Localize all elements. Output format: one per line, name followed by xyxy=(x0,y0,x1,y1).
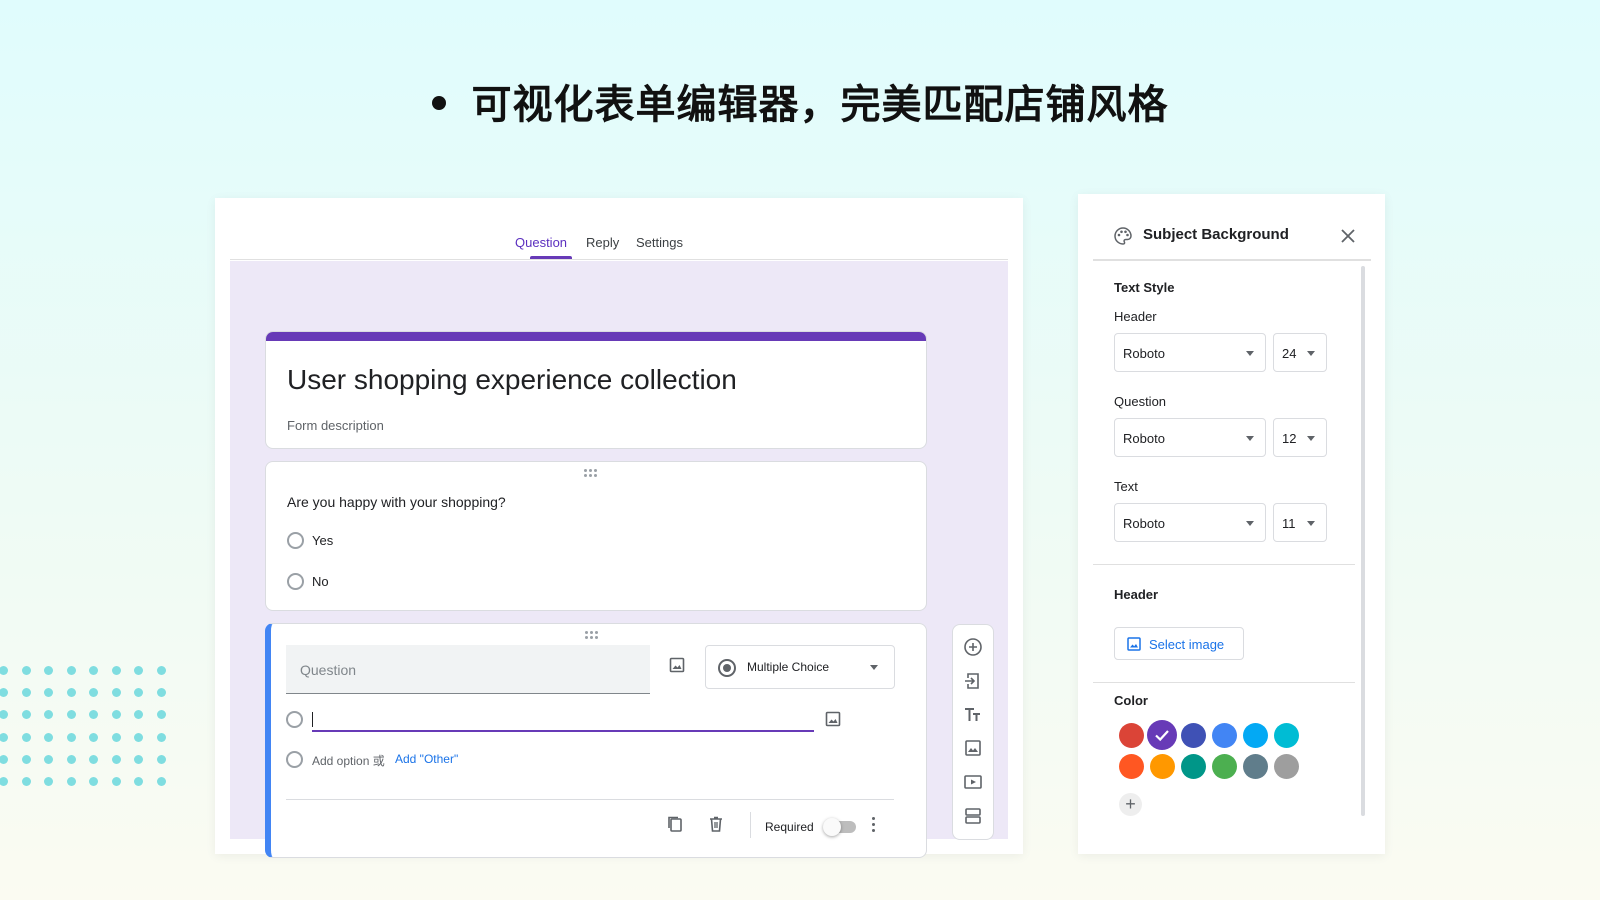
question-style-label: Question xyxy=(1114,394,1167,409)
color-swatch[interactable] xyxy=(1211,753,1237,779)
add-image-icon[interactable] xyxy=(963,738,983,758)
section-divider xyxy=(1093,564,1355,565)
add-title-icon[interactable] xyxy=(963,705,983,725)
text-size-select[interactable]: 11 xyxy=(1273,503,1327,542)
color-swatch[interactable] xyxy=(1149,753,1175,779)
option-input[interactable] xyxy=(312,730,814,732)
panel-scrollbar[interactable] xyxy=(1361,266,1365,816)
add-section-icon[interactable] xyxy=(963,806,983,826)
footer-separator xyxy=(750,812,751,838)
form-description[interactable]: Form description xyxy=(287,418,384,433)
more-options-icon[interactable] xyxy=(872,817,876,833)
tab-reply[interactable]: Reply xyxy=(586,235,619,250)
option-image-icon[interactable] xyxy=(825,711,841,727)
question-font-select[interactable]: Roboto xyxy=(1114,418,1266,457)
close-icon[interactable] xyxy=(1340,228,1356,244)
header-size-select[interactable]: 24 xyxy=(1273,333,1327,372)
color-swatch-selected[interactable] xyxy=(1147,720,1177,750)
radio-yes[interactable] xyxy=(287,532,304,549)
add-color-icon[interactable]: + xyxy=(1119,793,1142,816)
text-font-select[interactable]: Roboto xyxy=(1114,503,1266,542)
tab-settings[interactable]: Settings xyxy=(636,235,683,250)
theme-color-bar xyxy=(266,332,926,341)
panel-header: Subject Background xyxy=(1093,206,1371,261)
caret-down-icon xyxy=(1246,436,1254,441)
option-radio xyxy=(286,711,303,728)
color-swatch[interactable] xyxy=(1211,722,1237,748)
caret-down-icon xyxy=(870,665,878,670)
question-card[interactable]: Are you happy with your shopping? Yes No xyxy=(265,461,927,611)
question-size-select[interactable]: 12 xyxy=(1273,418,1327,457)
form-canvas: User shopping experience collection Form… xyxy=(230,261,1008,858)
drag-handle-icon[interactable] xyxy=(584,469,600,477)
theme-panel: Subject Background Text Style Header Rob… xyxy=(1078,194,1385,854)
add-video-icon[interactable] xyxy=(963,772,983,792)
required-toggle[interactable] xyxy=(823,818,856,836)
color-swatch[interactable] xyxy=(1180,722,1206,748)
header-font-select[interactable]: Roboto xyxy=(1114,333,1266,372)
header-image-title: Header xyxy=(1114,587,1159,602)
caret-down-icon xyxy=(1307,521,1315,526)
tab-bar: Question Reply Settings xyxy=(230,198,1008,260)
floating-toolbar xyxy=(952,624,994,840)
radio-button-icon xyxy=(718,659,736,677)
add-option-radio xyxy=(286,751,303,768)
tab-question[interactable]: Question xyxy=(515,235,567,250)
question-type-label: Multiple Choice xyxy=(747,660,830,674)
active-question-card[interactable]: Question Multiple Choice Add option 或 Ad… xyxy=(265,623,927,858)
caret-down-icon xyxy=(1307,351,1315,356)
page-headline: 可视化表单编辑器，完美匹配店铺风格 xyxy=(0,72,1600,130)
delete-icon[interactable] xyxy=(707,815,725,833)
option-label-yes: Yes xyxy=(312,533,334,548)
text-cursor xyxy=(312,712,313,727)
check-icon xyxy=(1155,730,1169,742)
add-other-link[interactable]: Add "Other" xyxy=(395,752,458,766)
question-text: Are you happy with your shopping? xyxy=(287,494,506,510)
color-swatch[interactable] xyxy=(1118,722,1144,748)
caret-down-icon xyxy=(1246,351,1254,356)
form-editor: Question Reply Settings User shopping ex… xyxy=(215,198,1023,858)
color-swatch[interactable] xyxy=(1242,722,1268,748)
color-swatch[interactable] xyxy=(1118,753,1144,779)
header-style-label: Header xyxy=(1114,309,1157,324)
add-option-link[interactable]: Add option 或 xyxy=(312,752,385,769)
bullet-icon xyxy=(431,96,446,110)
form-title[interactable]: User shopping experience collection xyxy=(287,364,737,396)
color-swatch[interactable] xyxy=(1273,753,1299,779)
caret-down-icon xyxy=(1307,436,1315,441)
caret-down-icon xyxy=(1246,521,1254,526)
color-swatch[interactable] xyxy=(1180,753,1206,779)
headline-text: 可视化表单编辑器，完美匹配店铺风格 xyxy=(471,82,1169,128)
option-label-no: No xyxy=(312,574,329,589)
image-icon xyxy=(1127,637,1141,651)
color-swatch[interactable] xyxy=(1242,753,1268,779)
import-question-icon[interactable] xyxy=(963,671,983,691)
decorative-dots xyxy=(0,666,170,796)
active-tab-indicator xyxy=(530,256,572,259)
text-style-title: Text Style xyxy=(1114,280,1175,295)
section-divider xyxy=(1093,682,1355,683)
add-image-icon[interactable] xyxy=(669,657,685,673)
add-question-icon[interactable] xyxy=(963,637,983,657)
color-swatch[interactable] xyxy=(1273,722,1299,748)
form-title-card[interactable]: User shopping experience collection Form… xyxy=(265,331,927,449)
radio-no[interactable] xyxy=(287,573,304,590)
palette-icon xyxy=(1114,227,1132,245)
text-style-label: Text xyxy=(1114,479,1138,494)
footer-divider xyxy=(286,799,894,800)
duplicate-icon[interactable] xyxy=(666,815,684,833)
required-label: Required xyxy=(765,820,814,834)
select-image-button[interactable]: Select image xyxy=(1114,627,1244,660)
color-title: Color xyxy=(1114,693,1148,708)
question-title-input[interactable]: Question xyxy=(286,645,650,694)
drag-handle-icon[interactable] xyxy=(585,631,601,639)
question-type-select[interactable]: Multiple Choice xyxy=(705,645,895,689)
question-placeholder: Question xyxy=(300,662,357,678)
panel-title: Subject Background xyxy=(1143,226,1289,243)
